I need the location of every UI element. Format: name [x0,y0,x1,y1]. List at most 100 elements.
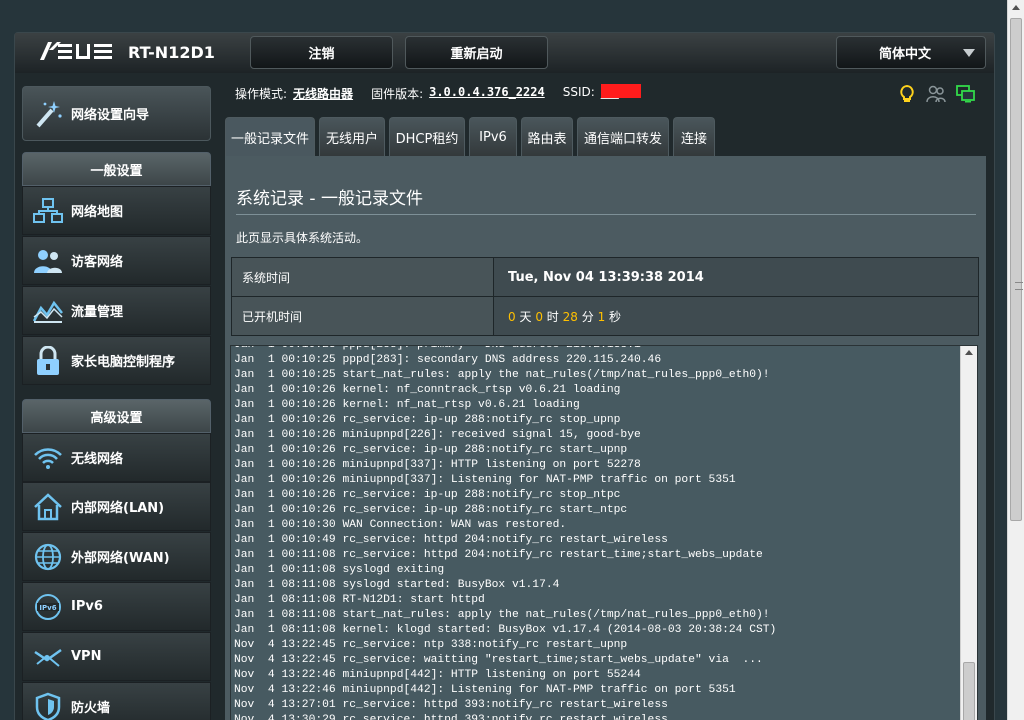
sidebar-item-label: 无线网络 [71,452,124,467]
chevron-down-icon [963,49,975,57]
uptime-minutes: 28 [562,309,578,324]
log-line: Jan 1 08:11:08 start_nat_rules: apply th… [234,609,770,621]
reboot-button[interactable]: 重新启动 [405,36,548,69]
log-line: Jan 1 00:11:08 syslogd exiting [234,564,445,576]
tab-routing-table[interactable]: 路由表 [521,117,573,156]
sidebar-item-label: 内部网络(LAN) [71,501,165,516]
uptime-hours: 0 [535,309,543,324]
sidebar-item-network-map[interactable]: 网络地图 [22,186,211,235]
general-settings-header: 一般设置 [22,152,211,186]
sidebar-item-label: 流量管理 [71,305,124,320]
ssid-label: SSID: [562,85,595,99]
asus-logo [40,40,114,66]
firmware-label: 固件版本: [371,87,424,101]
log-line: Jan 1 00:10:26 rc_service: ip-up 288:not… [234,489,621,501]
uptime-days-unit: 天 [519,309,532,324]
sidebar-item-label: 访客网络 [71,255,124,270]
page-description: 此页显示具体系统活动。 [236,231,369,245]
network-map-icon [31,194,65,228]
log-line: Jan 1 00:10:26 rc_service: ip-up 288:not… [234,444,628,456]
sidebar-item-label: 家长电脑控制程序 [71,355,176,370]
globe-icon [31,540,65,574]
uptime-hours-unit: 时 [546,309,559,324]
uptime-seconds: 1 [597,309,606,324]
home-icon [31,490,65,524]
asus-logo-mark [40,42,112,60]
uptime-days: 0 [508,309,516,324]
sidebar-item-vpn[interactable]: VPN [22,632,211,681]
shield-icon [31,690,65,720]
mode-value-link[interactable]: 无线路由器 [293,85,353,102]
uptime-label: 已开机时间 [231,296,494,336]
sidebar-item-label: IPv6 [71,599,103,614]
log-line: Nov 4 13:27:01 rc_service: httpd 393:not… [234,699,668,711]
lock-icon [31,344,65,378]
tab-general-log[interactable]: 一般记录文件 [225,117,315,157]
sidebar-item-guest-network[interactable]: 访客网络 [22,236,211,285]
status-icons [898,84,976,107]
mode-label: 操作模式: [235,87,288,101]
scroll-up-arrow-icon[interactable] [1012,5,1020,10]
log-scrollbar[interactable] [960,346,977,720]
log-line: Jan 1 08:11:08 kernel: klogd started: Bu… [234,624,777,636]
system-time-label: 系统时间 [231,257,494,297]
log-line: Jan 1 00:10:26 rc_service: ip-up 288:not… [234,414,621,426]
log-line: Jan 1 00:10:25 pppd[283]: primary DNS ad… [234,345,641,351]
log-line: Jan 1 00:10:26 miniupnpd[226]: received … [234,429,641,441]
sidebar-item-wan[interactable]: 外部网络(WAN) [22,532,211,581]
tab-connections[interactable]: 连接 [673,117,715,156]
table-row: 已开机时间 0 天 0 时 28 分 1 秒 [231,296,979,336]
sidebar-item-label: 外部网络(WAN) [71,551,170,566]
tab-ipv6[interactable]: IPv6 [469,117,517,156]
scrollbar-grip-icon [1015,282,1023,290]
advanced-settings-header: 高级设置 [22,399,211,433]
log-line: Jan 1 08:11:08 syslogd started: BusyBox … [234,579,560,591]
status-info-line: 操作模式: 无线路由器 固件版本: 3.0.0.4.376_2224 SSID:… [235,84,641,102]
log-scrollbar-thumb[interactable] [963,662,975,720]
tab-port-forwarding[interactable]: 通信端口转发 [577,117,669,156]
uptime-minutes-unit: 分 [581,309,594,324]
sidebar-item-lan[interactable]: 内部网络(LAN) [22,482,211,531]
scroll-up-arrow-icon[interactable] [965,350,973,355]
firmware-value-link[interactable]: 3.0.0.4.376_2224 [429,85,545,102]
log-line: Jan 1 00:10:26 kernel: nf_nat_rtsp v0.6.… [234,399,580,411]
network-icon[interactable] [956,85,976,107]
quick-setup-wizard-button[interactable]: 网络设置向导 [22,86,211,141]
uptime-seconds-unit: 秒 [609,309,622,324]
ssid-value[interactable]: ___ [600,84,641,102]
language-select[interactable]: 简体中文 [836,36,986,69]
log-line: Jan 1 00:10:26 kernel: nf_conntrack_rtsp… [234,384,621,396]
sidebar-item-ipv6[interactable]: IPv6 IPv6 [22,582,211,631]
wifi-icon [31,441,65,475]
log-line: Jan 1 00:11:08 rc_service: httpd 204:not… [234,549,763,561]
uptime-value: 0 天 0 时 28 分 1 秒 [493,296,979,336]
log-line: Jan 1 00:10:30 WAN Connection: WAN was r… [234,519,567,531]
window-scrollbar-thumb[interactable] [1010,18,1023,521]
magic-wand-icon [31,97,65,131]
title-divider [236,214,976,215]
window-scrollbar[interactable] [1007,0,1024,720]
tab-dhcp-leases[interactable]: DHCP租约 [389,117,465,156]
model-name: RT-N12D1 [128,43,215,62]
svg-text:IPv6: IPv6 [39,604,56,612]
sidebar-item-label: VPN [71,649,102,664]
users-icon[interactable] [926,85,946,107]
sidebar-item-parental-control[interactable]: 家长电脑控制程序 [22,336,211,385]
language-label: 简体中文 [879,47,932,62]
page-title: 系统记录 - 一般记录文件 [236,189,423,209]
log-line: Jan 1 08:11:08 RT-N12D1: start httpd [234,594,485,606]
tab-wireless-clients[interactable]: 无线用户 [319,117,385,156]
log-line: Jan 1 00:10:26 miniupnpd[337]: HTTP list… [234,459,641,471]
bulb-icon[interactable] [898,84,916,107]
sidebar-item-wireless[interactable]: 无线网络 [22,433,211,482]
sidebar-item-traffic-manager[interactable]: 流量管理 [22,286,211,335]
sidebar-item-firewall[interactable]: 防火墙 [22,682,211,720]
log-line: Nov 4 13:30:29 rc_service: httpd 393:not… [234,714,668,720]
log-line: Jan 1 00:10:26 rc_service: ip-up 288:not… [234,504,628,516]
log-line: Jan 1 00:10:25 pppd[283]: secondary DNS … [234,354,662,366]
log-line: Nov 4 13:22:46 miniupnpd[442]: Listening… [234,684,736,696]
logout-button[interactable]: 注销 [250,36,393,69]
traffic-icon [31,294,65,328]
system-log-textarea[interactable]: Jan 1 00:10:25 pppd[283]: primary DNS ad… [230,345,978,720]
log-line: Nov 4 13:22:45 rc_service: ntp 338:notif… [234,639,628,651]
